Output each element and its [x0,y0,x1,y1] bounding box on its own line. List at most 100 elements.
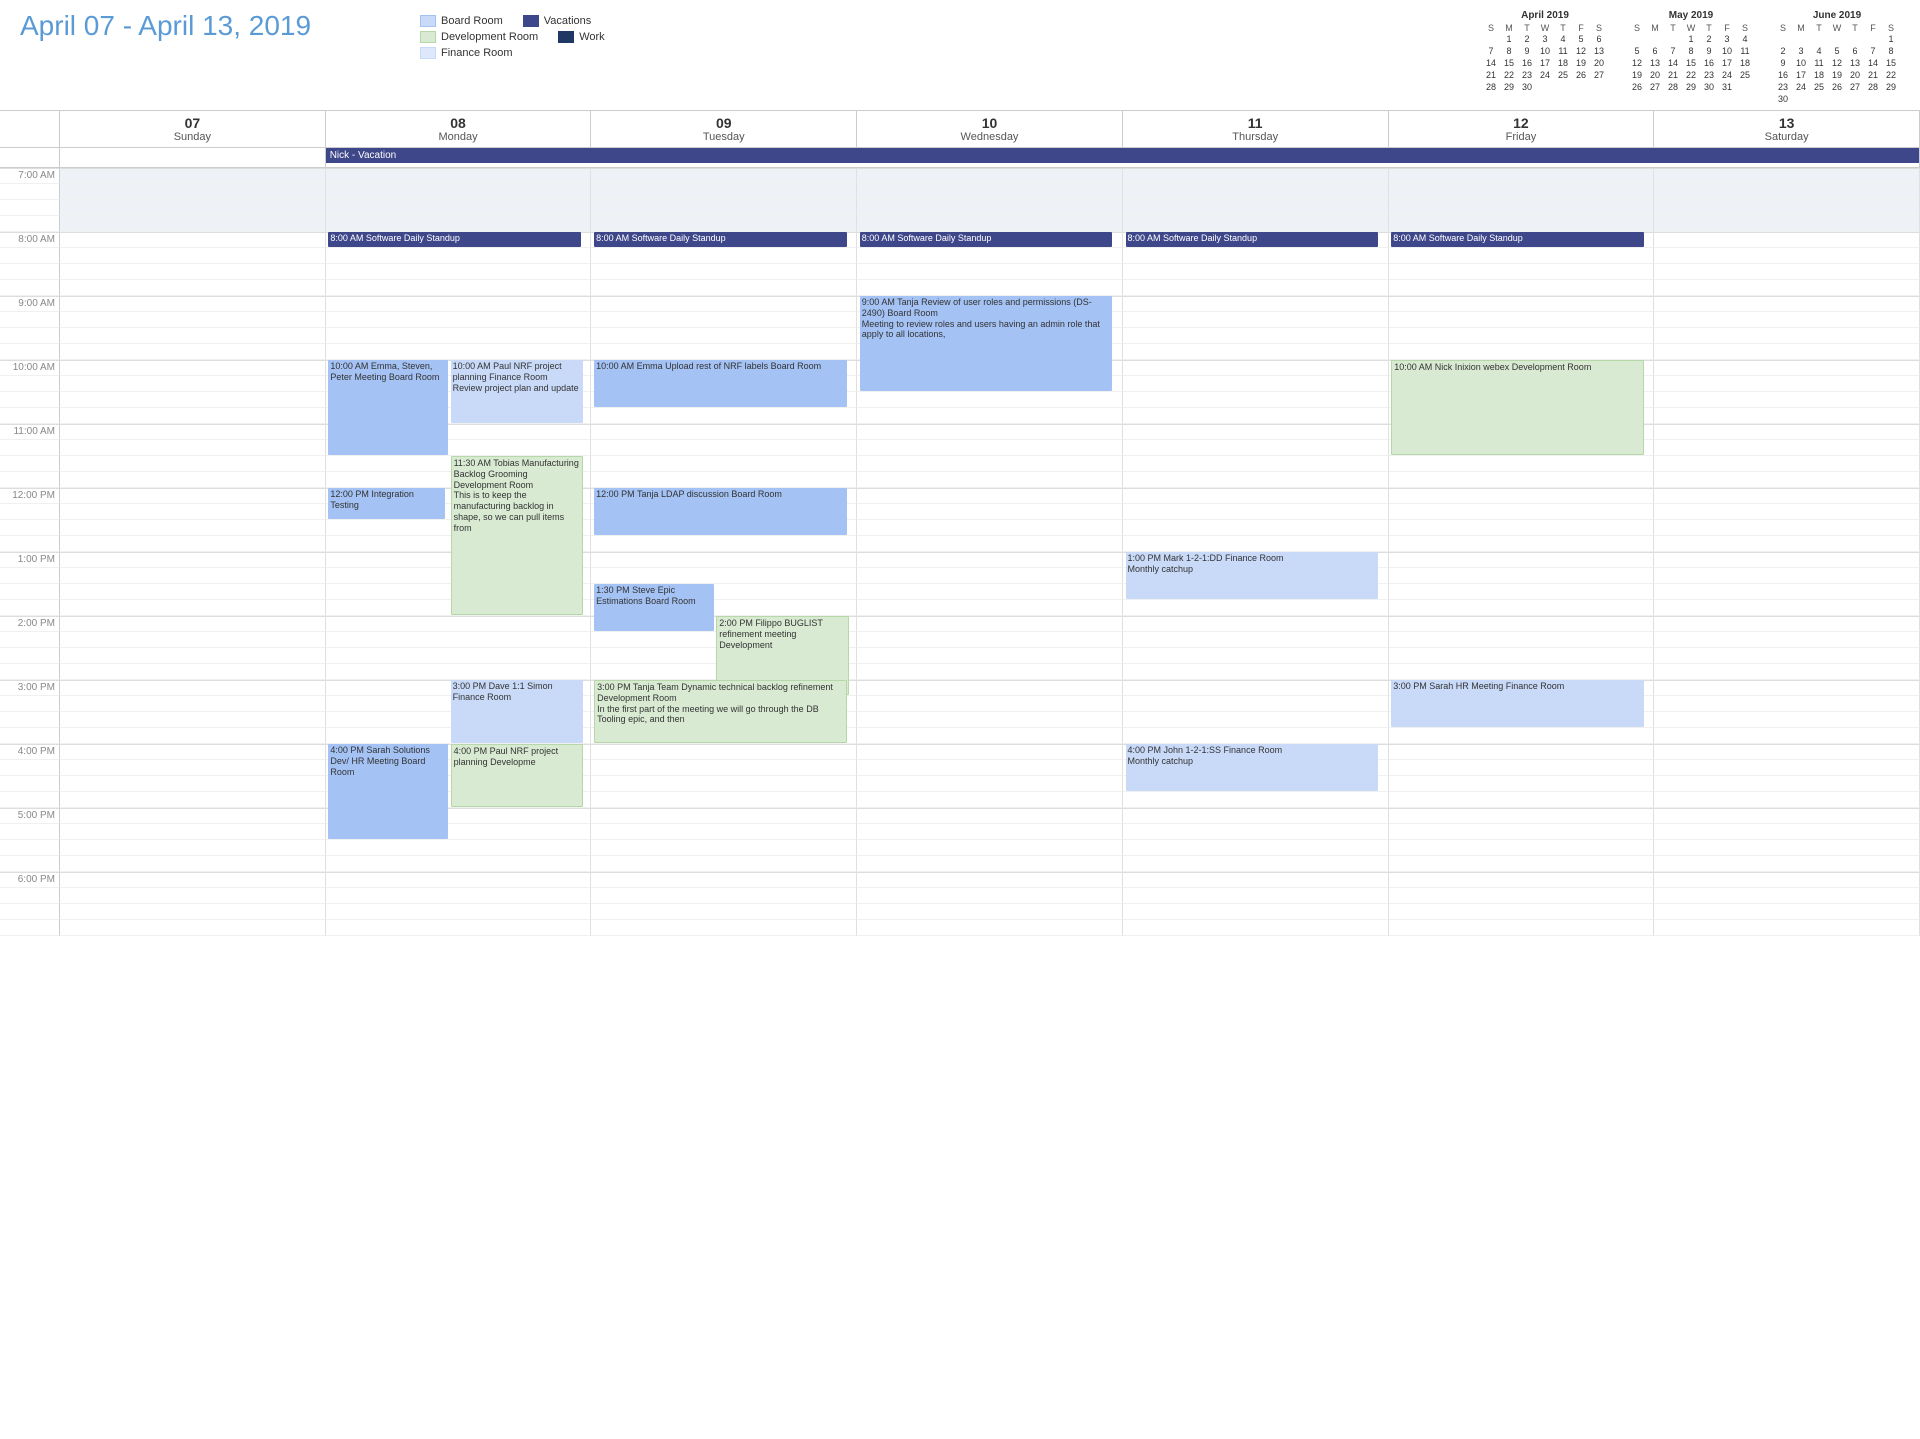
mini-cal-day[interactable]: 22 [1500,69,1518,81]
event-fri-1[interactable]: 10:00 AM Nick Inixion webex Development … [1391,360,1643,455]
mini-cal-day[interactable]: 5 [1828,45,1846,57]
mini-cal-day[interactable]: 10 [1718,45,1736,57]
mini-cal-day[interactable]: 26 [1628,81,1646,93]
mini-cal-day[interactable]: 24 [1792,81,1810,93]
mini-cal-day[interactable]: 1 [1882,33,1900,45]
mini-cal-day[interactable]: 27 [1590,69,1608,81]
event-mon-3[interactable]: 11:30 AM Tobias Manufacturing Backlog Gr… [451,456,584,615]
mini-cal-day[interactable]: 11 [1554,45,1572,57]
mini-cal-day[interactable]: 23 [1518,69,1536,81]
mini-cal-day[interactable]: 5 [1628,45,1646,57]
mini-cal-day[interactable]: 19 [1628,69,1646,81]
mini-cal-day[interactable]: 28 [1482,81,1500,93]
mini-cal-day[interactable]: 15 [1500,57,1518,69]
mini-cal-day[interactable]: 14 [1482,57,1500,69]
mini-cal-day[interactable]: 2 [1774,45,1792,57]
mini-cal-day[interactable]: 30 [1700,81,1718,93]
mini-cal-day[interactable]: 17 [1718,57,1736,69]
event-mon-0[interactable]: 8:00 AM Software Daily Standup [328,232,580,247]
mini-cal-day[interactable]: 31 [1718,81,1736,93]
mini-cal-day[interactable]: 1 [1500,33,1518,45]
mini-cal-day[interactable]: 7 [1482,45,1500,57]
mini-cal-day[interactable]: 9 [1774,57,1792,69]
mini-cal-day[interactable]: 3 [1792,45,1810,57]
event-mon-5[interactable]: 3:00 PM Dave 1:1 Simon Finance Room [451,680,584,743]
mini-cal-day[interactable]: 19 [1572,57,1590,69]
mini-cal-day[interactable]: 17 [1536,57,1554,69]
mini-cal-day[interactable]: 10 [1792,57,1810,69]
event-mon-6[interactable]: 4:00 PM Sarah Solutions Dev/ HR Meeting … [328,744,448,839]
mini-cal-day[interactable]: 17 [1792,69,1810,81]
mini-cal-day[interactable]: 18 [1736,57,1754,69]
mini-cal-day[interactable]: 8 [1500,45,1518,57]
mini-cal-day[interactable]: 20 [1846,69,1864,81]
mini-cal-day[interactable]: 12 [1828,57,1846,69]
mini-cal-day[interactable]: 22 [1682,69,1700,81]
vacation-bar[interactable]: Nick - Vacation [326,148,1919,163]
event-wed-0[interactable]: 8:00 AM Software Daily Standup [860,232,1112,247]
event-mon-4[interactable]: 12:00 PM Integration Testing [328,488,445,519]
mini-cal-day[interactable]: 3 [1718,33,1736,45]
mini-cal-day[interactable]: 18 [1810,69,1828,81]
mini-cal-day[interactable]: 29 [1882,81,1900,93]
event-tue-2[interactable]: 1:30 PM Steve Epic Estimations Board Roo… [594,584,714,631]
event-tue-5[interactable]: 3:00 PM Tanja Team Dynamic technical bac… [594,680,846,743]
mini-cal-day[interactable]: 21 [1482,69,1500,81]
mini-cal-day[interactable]: 9 [1700,45,1718,57]
event-mon-2[interactable]: 10:00 AM Paul NRF project planning Finan… [451,360,584,423]
mini-cal-day[interactable]: 29 [1500,81,1518,93]
mini-cal-day[interactable]: 6 [1846,45,1864,57]
mini-cal-day[interactable]: 12 [1628,57,1646,69]
mini-cal-day[interactable]: 30 [1774,93,1792,105]
event-fri-0[interactable]: 8:00 AM Software Daily Standup [1391,232,1643,247]
mini-cal-day[interactable]: 28 [1664,81,1682,93]
mini-cal-day[interactable]: 22 [1882,69,1900,81]
mini-cal-day[interactable]: 15 [1882,57,1900,69]
mini-cal-day[interactable]: 11 [1736,45,1754,57]
mini-cal-day[interactable]: 9 [1518,45,1536,57]
mini-cal-day[interactable]: 26 [1572,69,1590,81]
mini-cal-day[interactable]: 2 [1700,33,1718,45]
mini-cal-day[interactable]: 27 [1646,81,1664,93]
mini-cal-day[interactable]: 13 [1646,57,1664,69]
mini-cal-day[interactable]: 4 [1736,33,1754,45]
mini-cal-day[interactable]: 16 [1774,69,1792,81]
mini-cal-day[interactable]: 24 [1718,69,1736,81]
mini-cal-day[interactable]: 25 [1810,81,1828,93]
mini-cal-day[interactable]: 11 [1810,57,1828,69]
mini-cal-day[interactable]: 16 [1700,57,1718,69]
mini-cal-day[interactable]: 1 [1682,33,1700,45]
event-thu-0[interactable]: 8:00 AM Software Daily Standup [1126,232,1378,247]
mini-cal-day[interactable]: 18 [1554,57,1572,69]
event-mon-1[interactable]: 10:00 AM Emma, Steven, Peter Meeting Boa… [328,360,448,455]
mini-cal-day[interactable]: 29 [1682,81,1700,93]
event-tue-0[interactable]: 8:00 AM Software Daily Standup [594,232,846,247]
mini-cal-day[interactable]: 15 [1682,57,1700,69]
mini-cal-day[interactable]: 14 [1664,57,1682,69]
mini-cal-day[interactable]: 13 [1590,45,1608,57]
mini-cal-day[interactable]: 7 [1864,45,1882,57]
mini-cal-day[interactable]: 16 [1518,57,1536,69]
mini-cal-day[interactable]: 24 [1536,69,1554,81]
mini-cal-day[interactable]: 21 [1864,69,1882,81]
mini-cal-day[interactable]: 19 [1828,69,1846,81]
mini-cal-day[interactable]: 20 [1646,69,1664,81]
event-wed-1[interactable]: 9:00 AM Tanja Review of user roles and p… [860,296,1112,391]
mini-cal-day[interactable]: 8 [1882,45,1900,57]
mini-cal-day[interactable]: 6 [1646,45,1664,57]
mini-cal-day[interactable]: 20 [1590,57,1608,69]
mini-cal-day[interactable]: 4 [1554,33,1572,45]
event-fri-2[interactable]: 3:00 PM Sarah HR Meeting Finance Room [1391,680,1643,727]
mini-cal-day[interactable]: 26 [1828,81,1846,93]
mini-cal-day[interactable]: 3 [1536,33,1554,45]
mini-cal-day[interactable]: 25 [1554,69,1572,81]
mini-cal-day[interactable]: 12 [1572,45,1590,57]
event-tue-1[interactable]: 10:00 AM Emma Upload rest of NRF labels … [594,360,846,407]
mini-cal-day[interactable]: 27 [1846,81,1864,93]
mini-cal-day[interactable]: 10 [1536,45,1554,57]
mini-cal-day[interactable]: 30 [1518,81,1536,93]
mini-cal-day[interactable]: 21 [1664,69,1682,81]
mini-cal-day[interactable]: 5 [1572,33,1590,45]
mini-cal-day[interactable]: 28 [1864,81,1882,93]
event-tue-4[interactable]: 12:00 PM Tanja LDAP discussion Board Roo… [594,488,846,535]
